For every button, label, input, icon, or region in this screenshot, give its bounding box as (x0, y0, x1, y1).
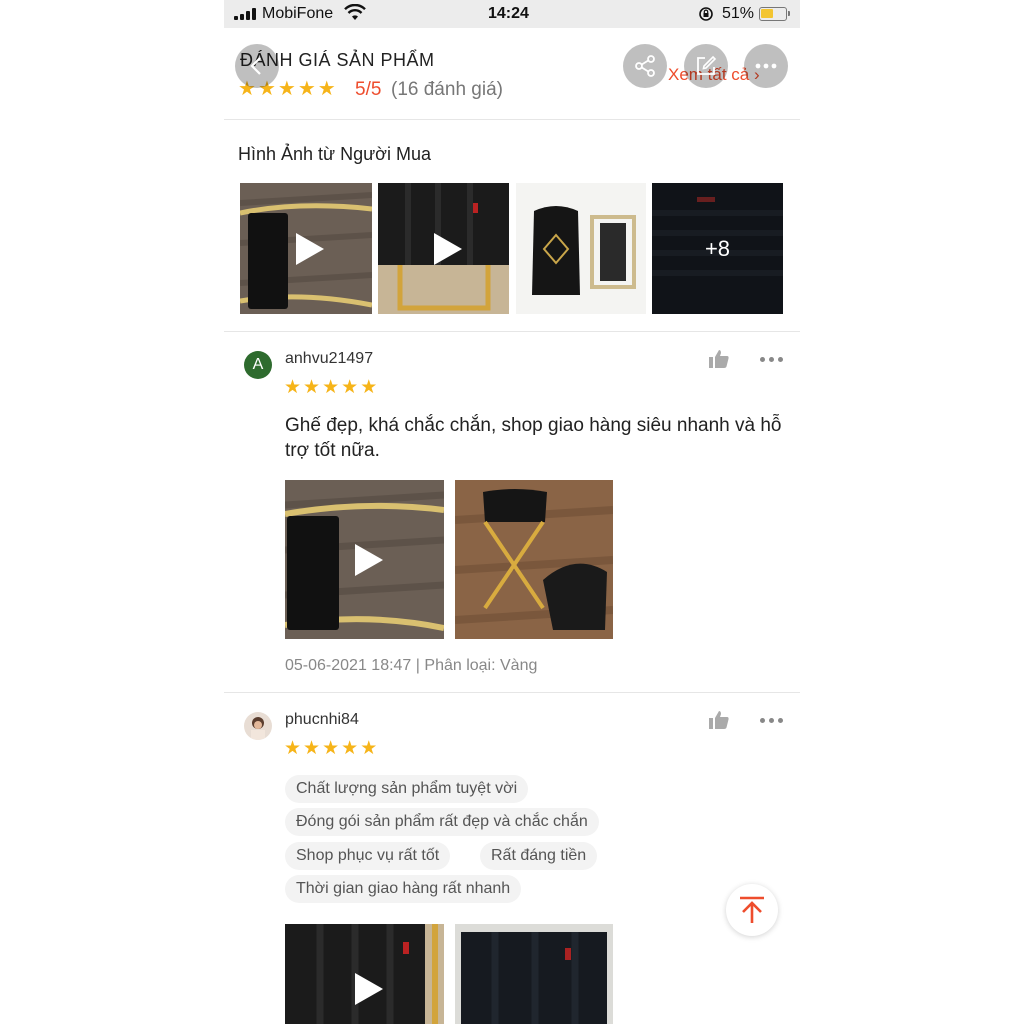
thumbs-up-icon[interactable] (708, 349, 730, 374)
back-button[interactable] (235, 44, 279, 88)
review-tag: Rất đáng tiền (480, 842, 598, 870)
star-icon: ★ (360, 377, 378, 398)
review-date: 05-06-2021 18:47 (285, 657, 412, 674)
rating-summary: ĐÁNH GIÁ SẢN PHẨM ★ ★ ★ ★ ★ 5/5 (16 đánh… (224, 28, 800, 120)
status-bar: MobiFone 14:24 51% (224, 0, 800, 28)
play-icon (296, 232, 324, 265)
star-icon: ★ (303, 377, 321, 398)
review-username[interactable]: phucnhi84 (285, 711, 359, 729)
more-options-button[interactable] (744, 44, 788, 88)
battery-icon (759, 7, 790, 21)
star-icon: ★ (322, 377, 340, 398)
review-tag: Shop phục vụ rất tốt (285, 842, 451, 870)
star-icon: ★ (341, 738, 359, 759)
more-icon (755, 63, 777, 69)
review-photo-thumbnail[interactable] (455, 924, 613, 1024)
buyer-video-thumbnail[interactable] (240, 183, 372, 314)
more-options-icon[interactable] (760, 718, 783, 723)
review-video-thumbnail[interactable] (285, 924, 444, 1024)
signal-icon (234, 8, 256, 20)
share-button[interactable] (623, 44, 667, 88)
more-photos-count: +8 (652, 183, 783, 314)
edit-button[interactable] (684, 44, 728, 88)
arrow-up-icon (740, 896, 764, 923)
buyer-photo-thumbnail[interactable] (516, 183, 646, 314)
review-stars: ★ ★ ★ ★ ★ (284, 738, 377, 760)
more-options-icon[interactable] (760, 357, 783, 362)
clock: 14:24 (488, 5, 529, 22)
wifi-icon (344, 3, 366, 27)
review-stars: ★ ★ ★ ★ ★ (284, 377, 377, 399)
thumbs-up-icon[interactable] (708, 710, 730, 735)
star-icon: ★ (322, 738, 340, 759)
avatar[interactable] (244, 712, 272, 740)
review-photo-thumbnail[interactable] (455, 480, 613, 639)
play-icon (433, 232, 462, 265)
carrier-name: MobiFone (262, 5, 334, 22)
review-tag: Đóng gói sản phẩm rất đẹp và chắc chắn (285, 808, 599, 836)
buyer-photo-more-thumbnail[interactable]: +8 (652, 183, 783, 314)
star-icon: ★ (303, 738, 321, 759)
star-icon: ★ (341, 377, 359, 398)
review-text: Ghế đẹp, khá chắc chắn, shop giao hàng s… (285, 415, 782, 461)
review-meta: 05-06-2021 18:47 | Phân loại: Vàng (285, 657, 537, 675)
review-video-thumbnail[interactable] (285, 480, 444, 639)
star-icon: ★ (317, 78, 336, 100)
buyer-photos-section: Hình Ảnh từ Người Mua +8 (224, 121, 800, 332)
review-tag: Chất lượng sản phẩm tuyệt vời (285, 775, 529, 803)
share-icon (635, 55, 655, 77)
review-item: phucnhi84 ★ ★ ★ ★ ★ Chất lượng sản phẩm … (224, 693, 800, 1024)
review-item: A anhvu21497 ★ ★ ★ ★ ★ Ghế đẹp, khá chắc… (224, 332, 800, 692)
review-tag: Thời gian giao hàng rất nhanh (285, 875, 522, 903)
photo-image (516, 183, 646, 314)
meta-separator: | (415, 657, 420, 674)
star-icon: ★ (284, 377, 302, 398)
avatar[interactable]: A (244, 351, 272, 379)
review-username[interactable]: anhvu21497 (285, 350, 373, 368)
star-icon: ★ (360, 738, 378, 759)
buyer-video-thumbnail[interactable] (378, 183, 509, 314)
phone-screen: MobiFone 14:24 51% ĐÁNH GIÁ SẢN PHẨM ★ ★… (224, 0, 800, 1024)
rating-count: (16 đánh giá) (391, 79, 503, 100)
review-variation: Phân loại: Vàng (424, 657, 538, 674)
star-icon: ★ (277, 78, 296, 100)
photo-image (455, 480, 613, 639)
star-icon: ★ (284, 738, 302, 759)
battery-percent: 51% (722, 5, 755, 22)
star-icon: ★ (297, 78, 316, 100)
scroll-to-top-button[interactable] (726, 884, 778, 936)
edit-icon (697, 55, 717, 75)
play-icon (354, 543, 383, 576)
back-arrow-icon (250, 57, 261, 75)
rating-score: 5/5 (355, 79, 382, 100)
rotation-lock-icon (698, 6, 714, 27)
buyer-photos-title: Hình Ảnh từ Người Mua (238, 144, 431, 164)
photo-image (455, 924, 613, 1024)
play-icon (354, 973, 383, 1005)
